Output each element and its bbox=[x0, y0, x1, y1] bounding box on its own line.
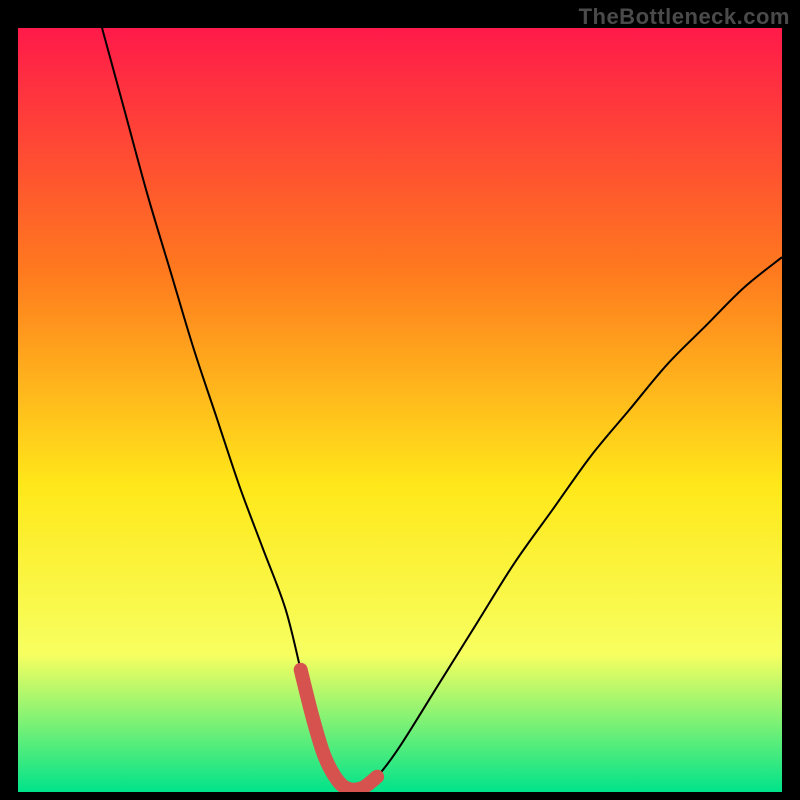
chart-frame: TheBottleneck.com bbox=[0, 0, 800, 800]
watermark-text: TheBottleneck.com bbox=[579, 4, 790, 30]
plot-area bbox=[18, 28, 782, 792]
bottleneck-chart bbox=[18, 28, 782, 792]
